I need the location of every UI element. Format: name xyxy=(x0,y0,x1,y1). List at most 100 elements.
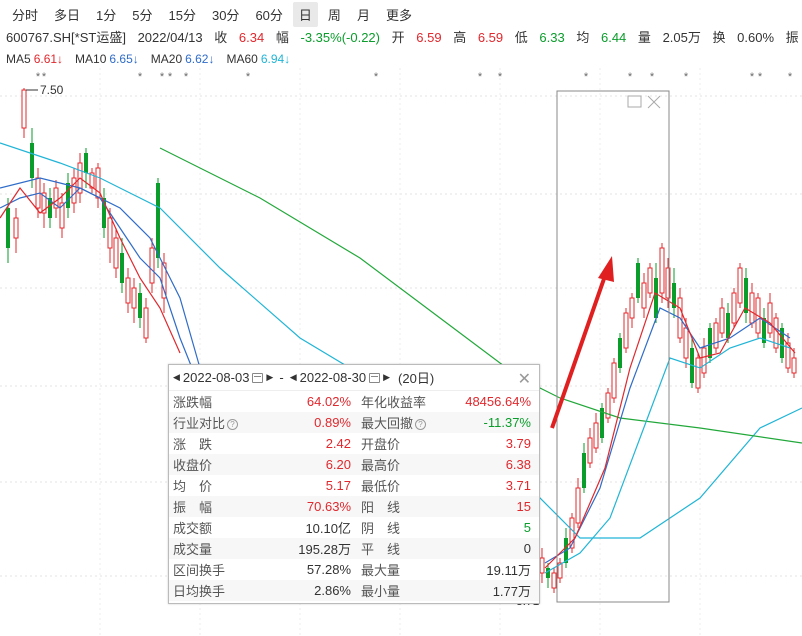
stat-value: -11.37% xyxy=(443,415,531,430)
candle-body xyxy=(587,437,593,464)
stat-value-text: 70.63% xyxy=(306,499,351,514)
timeframe-tab[interactable]: 5分 xyxy=(126,2,158,27)
stat-label-text: 最高价 xyxy=(361,458,401,473)
timeframe-tab[interactable]: 月 xyxy=(351,2,376,27)
ma-value: 6.65↓ xyxy=(109,52,139,66)
help-icon[interactable]: ? xyxy=(415,419,427,431)
candle-body xyxy=(113,237,119,269)
stat-label-text: 最低价 xyxy=(361,479,401,494)
end-date[interactable]: 2022-08-30 xyxy=(300,370,367,385)
stat-value-text: 5 xyxy=(523,520,531,535)
candle-body xyxy=(683,327,689,359)
stats-table: 涨跌幅 64.02% 年化收益率 48456.64% 行业对比? 0.89% 最大回撤? -1… xyxy=(169,391,539,601)
timeframe-tab[interactable]: 分时 xyxy=(6,2,44,27)
stat-label-text: 年化收益率 xyxy=(361,395,427,410)
event-marker: * xyxy=(750,71,755,83)
stat-label-text: 最大回撤 xyxy=(361,416,414,431)
stat-label: 涨 跌 xyxy=(169,434,255,453)
event-marker: * xyxy=(758,71,763,83)
candle-body xyxy=(618,338,622,368)
stat-value-text: 15 xyxy=(516,499,531,514)
timeframe-tab[interactable]: 1分 xyxy=(90,2,122,27)
candle-body xyxy=(71,177,77,204)
stat-value-text: 2.86% xyxy=(314,583,351,598)
candle-body xyxy=(546,568,550,578)
timeframe-tab[interactable]: 15分 xyxy=(163,2,202,27)
stat-value: 5.17 xyxy=(255,478,351,493)
candle-body xyxy=(575,487,581,524)
stats-row: 涨 跌 2.42 开盘价 3.79 xyxy=(169,433,539,454)
stats-row: 成交量 195.28万平 线 0 xyxy=(169,538,539,559)
change-value: -3.35%(-0.22) xyxy=(300,30,380,45)
end-date-next-arrow[interactable]: ▶ xyxy=(383,372,390,383)
vol-label: 量 xyxy=(637,30,651,45)
stat-value: 48456.64% xyxy=(443,394,531,409)
help-icon[interactable]: ? xyxy=(227,419,239,431)
candle-body xyxy=(138,293,142,318)
stat-label-text: 阳 线 xyxy=(361,500,401,515)
ma-legend-item: MA10 6.65↓ xyxy=(75,52,145,66)
candle-body xyxy=(149,247,155,284)
candle-body xyxy=(84,153,88,173)
stat-value-text: 3.71 xyxy=(505,478,531,493)
candle-body xyxy=(701,347,707,374)
stat-value: 195.28万 xyxy=(255,539,351,558)
stat-label-text: 区间换手 xyxy=(173,563,226,578)
stat-label: 成交额 xyxy=(169,518,255,537)
close-icon[interactable]: ✕ xyxy=(518,369,531,389)
event-marker: * xyxy=(374,71,379,83)
candle-body xyxy=(107,217,113,249)
timeframe-tab[interactable]: 多日 xyxy=(48,2,86,27)
popup-header: ◀ 2022-08-03 ▶ - ◀ 2022-08-30 ▶ (20日) ✕ xyxy=(169,365,539,391)
stat-label-text: 涨跌幅 xyxy=(173,395,213,410)
vol-value: 2.05万 xyxy=(662,30,701,45)
event-marker: * xyxy=(628,71,633,83)
candle-body xyxy=(156,183,160,258)
start-date-next-arrow[interactable]: ▶ xyxy=(266,372,273,383)
day-count: (20日) xyxy=(398,371,435,386)
stat-label-text: 收盘价 xyxy=(173,458,213,473)
candle-body xyxy=(737,267,743,304)
stat-value-text: 10.10亿 xyxy=(305,521,351,536)
event-marker: * xyxy=(650,71,655,83)
event-marker: * xyxy=(160,71,165,83)
timeframe-tab[interactable]: 更多 xyxy=(380,2,418,27)
ma-legend-item: MA60 6.94↓ xyxy=(226,52,296,66)
stat-label: 均 价 xyxy=(169,476,255,495)
stat-label: 平 线 xyxy=(351,539,443,558)
event-marker: * xyxy=(42,71,47,83)
close-value: 6.34 xyxy=(238,30,265,45)
low-value: 6.33 xyxy=(539,30,565,45)
event-marker: * xyxy=(584,71,589,83)
stat-label: 最高价 xyxy=(351,455,443,474)
stat-label-text: 成交量 xyxy=(173,542,213,557)
candle-body xyxy=(582,453,586,488)
change-label: 幅 xyxy=(275,30,289,45)
end-calendar-icon[interactable] xyxy=(369,372,381,383)
start-date[interactable]: 2022-08-03 xyxy=(183,370,250,385)
timeframe-tab[interactable]: 60分 xyxy=(249,2,288,27)
start-date-prev-arrow[interactable]: ◀ xyxy=(173,372,180,383)
candle-body xyxy=(713,322,719,349)
timeframe-tab[interactable]: 日 xyxy=(292,1,318,27)
stat-label-text: 均 价 xyxy=(173,479,213,494)
candle-body xyxy=(767,302,773,334)
stat-label: 阳 线 xyxy=(351,497,443,516)
ma-legend-item: MA20 6.62↓ xyxy=(151,52,221,66)
stats-row: 收盘价 6.20 最高价 6.38 xyxy=(169,454,539,475)
avg-value: 6.44 xyxy=(600,30,627,45)
timeframe-tab[interactable]: 周 xyxy=(322,2,347,27)
stat-value: 3.71 xyxy=(443,478,531,493)
end-date-prev-arrow[interactable]: ◀ xyxy=(290,372,297,383)
start-calendar-icon[interactable] xyxy=(252,372,264,383)
timeframe-tab[interactable]: 30分 xyxy=(206,2,245,27)
stock-code: 600767.SH[*ST运盛] xyxy=(6,30,126,45)
ma-legend: MA5 6.61↓ MA10 6.65↓ MA20 6.62↓ MA60 6.94↓ xyxy=(0,50,302,68)
stat-label-text: 平 线 xyxy=(361,542,401,557)
stat-value: 57.28% xyxy=(255,562,351,577)
event-marker: * xyxy=(684,71,689,83)
ma-label: MA5 xyxy=(6,52,31,66)
stat-label-text: 振 幅 xyxy=(173,500,213,515)
candle-body xyxy=(120,253,124,283)
candle-body xyxy=(143,307,149,339)
